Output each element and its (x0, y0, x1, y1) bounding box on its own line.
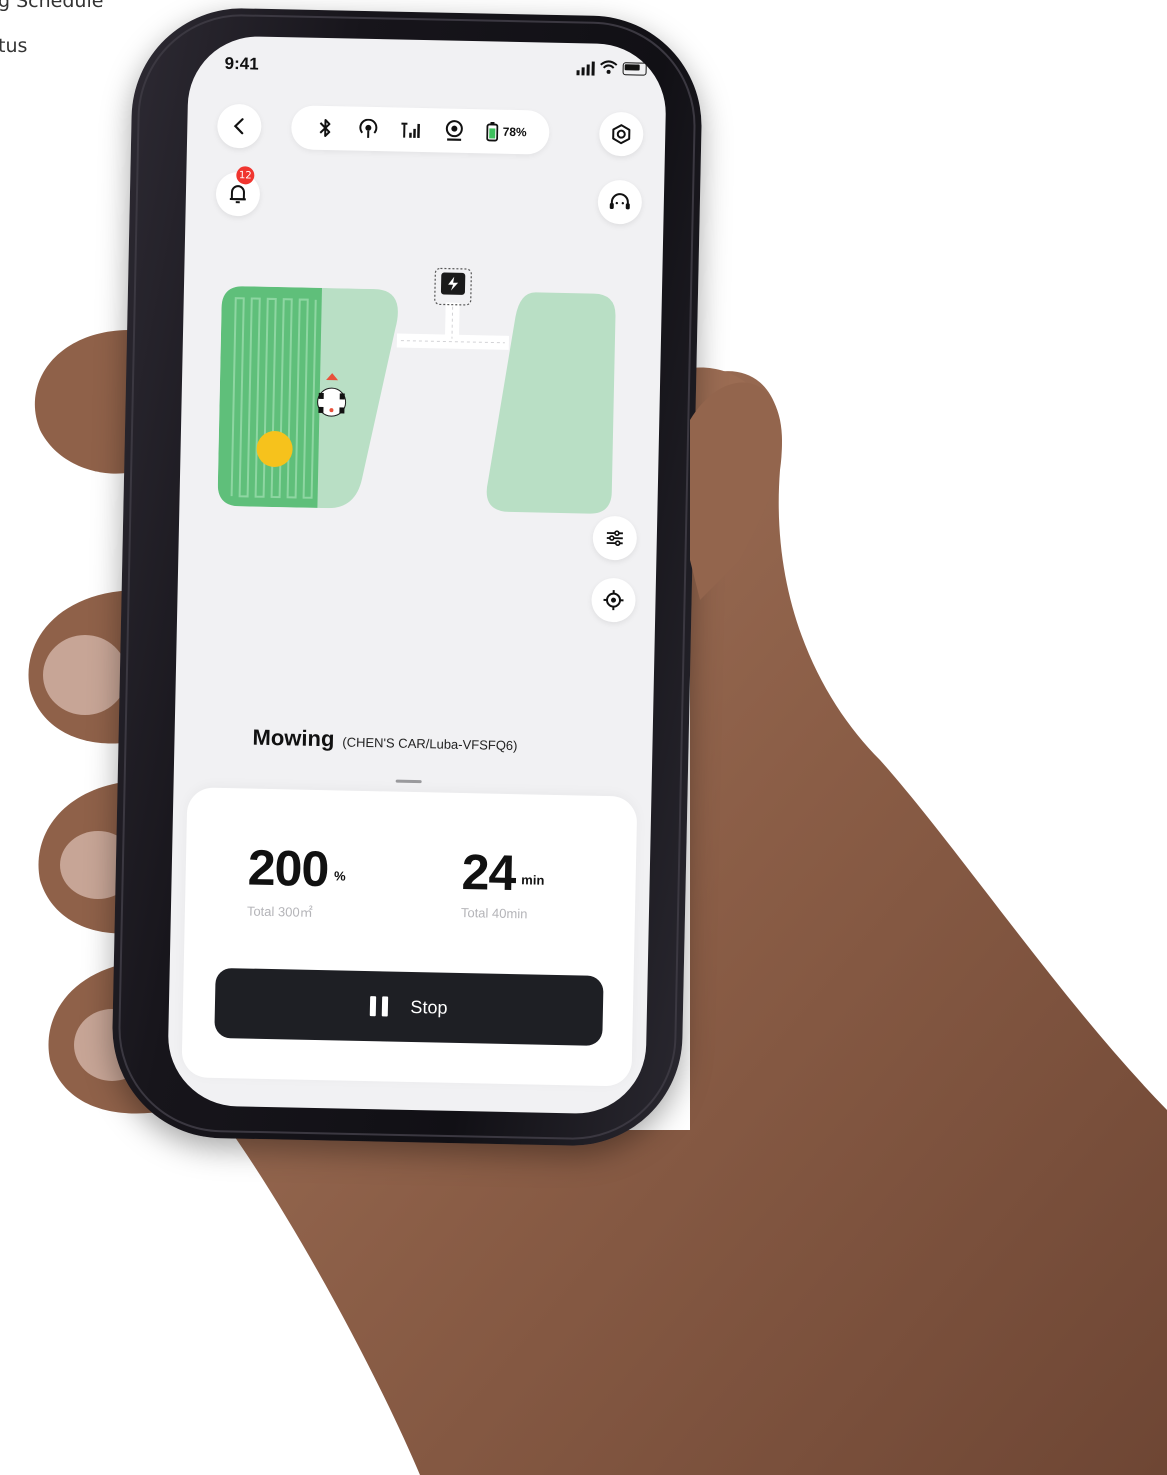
progress-unit: % (333, 868, 346, 884)
zone-connector-path (396, 333, 510, 350)
zone-right[interactable] (486, 291, 616, 514)
charging-station-icon[interactable] (434, 267, 472, 306)
progress-value: 200 (247, 839, 329, 898)
progress-stat: 200% Total 300㎡ (247, 839, 347, 922)
time-unit: min (521, 871, 545, 888)
zone-left[interactable] (209, 276, 414, 520)
filter-icon (606, 530, 623, 546)
stop-label: Stop (410, 996, 448, 1018)
pause-icon (370, 996, 389, 1017)
time-stat: 24 min Total 40min (461, 843, 545, 922)
locate-icon (603, 590, 624, 611)
progress-total: Total 300㎡ (246, 903, 313, 920)
sheet-drag-handle[interactable] (395, 779, 422, 784)
app-screen: 9:41 78% 12 Mowing (CHEN'S CAR/Luba-VFSF… (166, 35, 668, 1115)
lawn-map[interactable] (175, 35, 668, 745)
device-name: (CHEN'S CAR/Luba-VFSFQ6) (342, 734, 518, 754)
mowing-stats-card: 200% Total 300㎡ 24 min Total 40min Stop (181, 787, 638, 1087)
task-title-row: Mowing (CHEN'S CAR/Luba-VFSFQ6) (252, 725, 518, 757)
time-total: Total 40min (460, 904, 528, 922)
stop-button[interactable]: Stop (214, 967, 604, 1046)
task-title: Mowing (252, 724, 335, 752)
time-value: 24 (461, 844, 516, 902)
